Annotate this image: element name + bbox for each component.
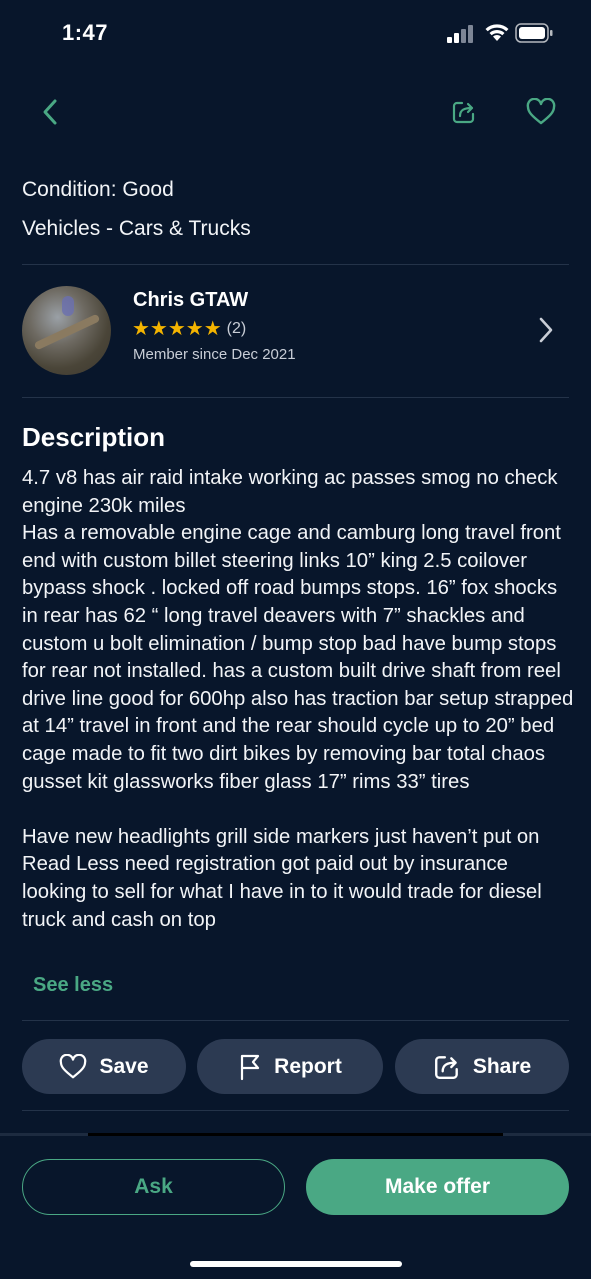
rating-count: (2) (226, 320, 247, 337)
share-icon (434, 1055, 458, 1079)
wifi-icon (485, 24, 509, 41)
chevron-right-icon (539, 317, 553, 343)
battery-icon (515, 23, 553, 43)
bottom-bar-separator (0, 1133, 591, 1136)
report-label: Report (274, 1054, 342, 1078)
divider (22, 397, 569, 398)
see-less-link[interactable]: See less (33, 974, 113, 997)
share-icon (452, 101, 475, 124)
condition-label: Condition: Good (22, 178, 174, 201)
cellular-signal-icon (447, 25, 473, 43)
seller-name: Chris GTAW (133, 289, 249, 311)
rating-stars-icon: ★★★★★ (132, 318, 222, 340)
seller-card[interactable]: Chris GTAW ★★★★★ (2) Member since Dec 20… (0, 282, 591, 382)
top-nav (0, 90, 591, 140)
status-bar: 1:47 (0, 0, 591, 70)
share-button[interactable]: Share (395, 1039, 569, 1094)
make-offer-button[interactable]: Make offer (306, 1159, 569, 1215)
report-button[interactable]: Report (197, 1039, 383, 1094)
save-label: Save (99, 1054, 149, 1078)
share-label: Share (472, 1054, 532, 1078)
chevron-left-icon (43, 99, 57, 125)
divider (22, 1110, 569, 1111)
share-top-button[interactable] (442, 90, 486, 134)
category-label[interactable]: Vehicles - Cars & Trucks (22, 217, 251, 241)
home-indicator[interactable] (190, 1261, 402, 1267)
seller-avatar[interactable] (22, 286, 111, 375)
divider (22, 1020, 569, 1021)
description-title: Description (22, 422, 166, 452)
member-since: Member since Dec 2021 (133, 346, 296, 363)
save-button[interactable]: Save (22, 1039, 186, 1094)
back-button[interactable] (28, 90, 72, 134)
heart-icon (526, 98, 556, 125)
flag-icon (241, 1054, 260, 1080)
description-body: 4.7 v8 has air raid intake working ac pa… (22, 467, 574, 931)
heart-icon (60, 1053, 87, 1078)
seller-rating: ★★★★★ (2) (132, 319, 246, 339)
ask-button[interactable]: Ask (22, 1159, 285, 1215)
status-time: 1:47 (62, 20, 109, 45)
divider (22, 264, 569, 265)
favorite-button[interactable] (519, 90, 563, 134)
